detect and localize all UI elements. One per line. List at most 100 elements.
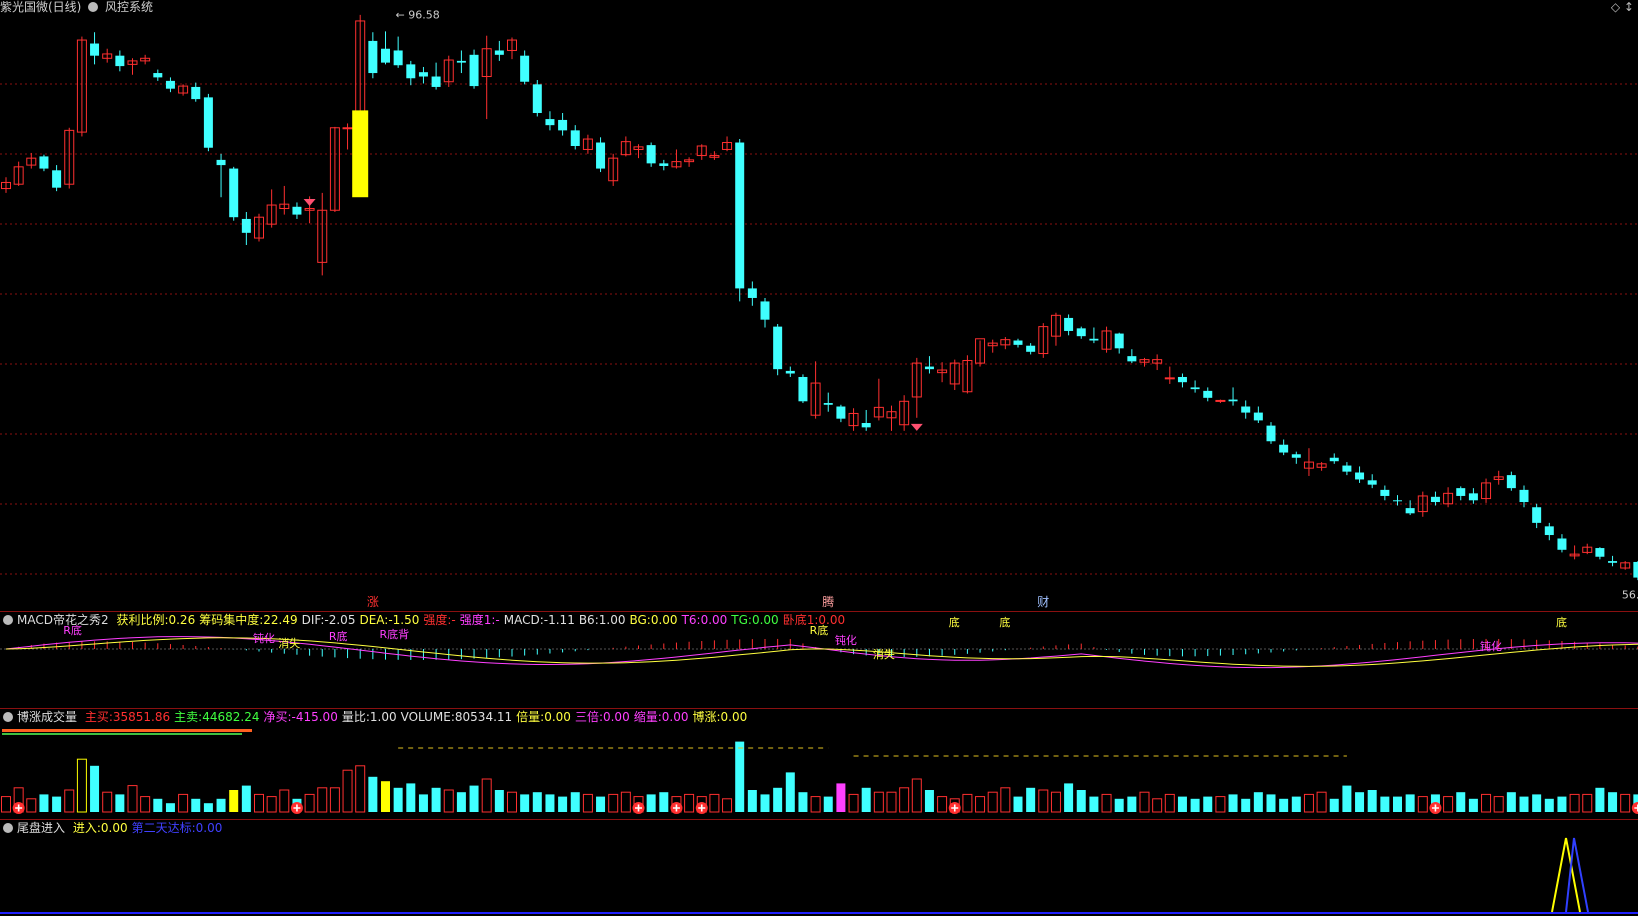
volume-bar bbox=[229, 790, 239, 812]
volume-bar bbox=[266, 796, 277, 813]
volume-bar bbox=[911, 778, 922, 813]
candle-body bbox=[1215, 399, 1226, 402]
macd-signal-label: 钝化 bbox=[253, 631, 275, 645]
volume-bar bbox=[64, 789, 75, 813]
volume-bar bbox=[558, 796, 568, 812]
volume-bar bbox=[532, 792, 542, 812]
volume-bar bbox=[1303, 793, 1314, 813]
volume-bar bbox=[481, 778, 492, 813]
volume-bar bbox=[52, 796, 62, 812]
volume-bar bbox=[1355, 792, 1365, 812]
candle-body bbox=[1342, 465, 1352, 472]
macd-chart: R底消失钝化R底R底背R底钝化消失底底底底钝化R底背钝化R底背R底 bbox=[0, 615, 1638, 669]
candle-body bbox=[1557, 538, 1567, 550]
volume-bar bbox=[1, 796, 11, 813]
candle-body bbox=[1380, 489, 1390, 496]
volume-bar bbox=[494, 790, 504, 812]
volume-bar bbox=[836, 783, 846, 812]
volume-bar bbox=[368, 776, 378, 812]
candle-body bbox=[520, 55, 530, 82]
volume-bar bbox=[507, 791, 517, 813]
volume-bar bbox=[1481, 793, 1492, 813]
candle-body bbox=[1291, 454, 1301, 458]
candle-body bbox=[381, 48, 390, 63]
candle-body bbox=[570, 130, 580, 146]
volume-bar bbox=[1000, 787, 1011, 813]
volume-bar bbox=[1393, 796, 1402, 812]
volume-bar bbox=[987, 791, 998, 813]
volume-bar bbox=[848, 793, 859, 813]
volume-bar bbox=[90, 765, 100, 812]
volume-bar bbox=[735, 741, 745, 812]
volume-bar bbox=[1342, 785, 1352, 812]
volume-bar bbox=[329, 787, 340, 813]
volume-bar bbox=[1557, 796, 1567, 812]
candle-body bbox=[1367, 480, 1377, 485]
volume-bar bbox=[659, 792, 669, 812]
volume-bar bbox=[886, 791, 897, 813]
volume-bar bbox=[355, 765, 366, 813]
volume-bar bbox=[1506, 792, 1516, 812]
candle-body bbox=[292, 206, 302, 215]
candle-body bbox=[760, 301, 770, 320]
candle-body bbox=[52, 170, 62, 188]
candle-body bbox=[191, 86, 201, 100]
volume-bar bbox=[1316, 791, 1327, 813]
volume-bar bbox=[406, 783, 416, 812]
candle-body bbox=[1405, 508, 1415, 514]
volume-chart bbox=[1, 729, 1638, 814]
volume-bar bbox=[596, 796, 606, 812]
volume-bar bbox=[342, 769, 353, 813]
candle-body bbox=[241, 218, 251, 233]
volume-bar bbox=[684, 793, 695, 813]
sell-ratio-bar bbox=[2, 733, 242, 735]
volume-bar bbox=[1164, 793, 1175, 813]
volume-bar bbox=[646, 794, 656, 812]
volume-bar bbox=[1026, 787, 1036, 812]
macd-signal-label: 钝化 bbox=[835, 633, 857, 647]
candle-body bbox=[1241, 406, 1251, 413]
volume-bar bbox=[153, 798, 163, 812]
candle-body bbox=[1329, 457, 1339, 462]
macd-signal-label: R底 bbox=[810, 623, 829, 637]
volume-bar bbox=[1127, 796, 1137, 812]
volume-bar bbox=[810, 796, 821, 813]
volume-bar bbox=[456, 792, 466, 812]
candle-body bbox=[1089, 338, 1099, 341]
candle-body bbox=[823, 403, 833, 405]
candle-body bbox=[216, 159, 226, 166]
volume-bar bbox=[431, 787, 441, 812]
volume-bar bbox=[1038, 789, 1049, 813]
volume-bar bbox=[1253, 792, 1263, 812]
volume-bar bbox=[1380, 796, 1390, 812]
volume-bar bbox=[203, 803, 213, 812]
candle-body bbox=[1203, 390, 1213, 398]
volume-bar bbox=[165, 803, 175, 812]
volume-bar bbox=[1279, 798, 1289, 812]
volume-bar bbox=[1493, 796, 1504, 813]
macd-signal-label: 消失 bbox=[873, 647, 895, 661]
highlight-candle bbox=[352, 110, 369, 198]
volume-bar bbox=[1569, 793, 1580, 813]
diamond-icon bbox=[910, 423, 923, 431]
volume-bar bbox=[254, 793, 264, 813]
candle-body bbox=[836, 406, 846, 419]
candle-body bbox=[735, 142, 745, 289]
candle-body bbox=[1177, 376, 1187, 383]
candle-body bbox=[1127, 356, 1137, 362]
volume-bar bbox=[1228, 794, 1238, 812]
volume-bar bbox=[127, 785, 138, 813]
volume-bar bbox=[582, 793, 593, 813]
candlestick-chart: ← 96.58 56.25→ 涨 腾 财 bbox=[0, 8, 1638, 609]
volume-bar bbox=[1417, 796, 1428, 813]
signal-marker: 财 bbox=[1037, 595, 1049, 609]
candle-body bbox=[165, 80, 175, 89]
candle-body bbox=[1393, 500, 1402, 502]
macd-signal-label: 底 bbox=[949, 615, 960, 629]
volume-bar bbox=[1203, 796, 1213, 812]
volume-bar bbox=[140, 796, 151, 813]
candle-body bbox=[1266, 425, 1276, 442]
candle-body bbox=[393, 50, 403, 66]
volume-bar bbox=[76, 758, 87, 813]
candle-body bbox=[1064, 317, 1074, 331]
